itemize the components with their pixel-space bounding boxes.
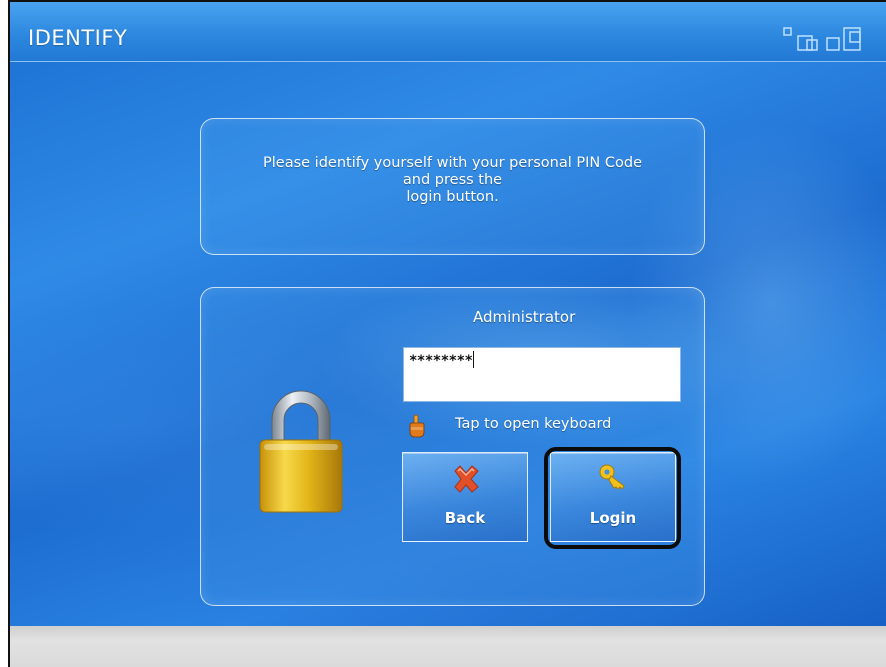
title-bar: IDENTIFY	[10, 2, 886, 62]
login-panel: Administrator ******** Tap to open keybo…	[200, 287, 705, 606]
username-label: Administrator	[473, 308, 576, 326]
identify-screen: IDENTIFY Please identify yourself with y…	[8, 0, 886, 626]
pointing-hand-icon	[409, 414, 425, 438]
key-icon	[599, 464, 625, 490]
back-button[interactable]: Back	[402, 452, 528, 542]
instruction-line-1: Please identify yourself with your perso…	[263, 155, 642, 171]
login-button[interactable]: Login	[550, 452, 676, 542]
tap-to-open-keyboard-text: Tap to open keyboard	[455, 416, 612, 432]
text-caret	[473, 351, 475, 368]
instruction-text: Please identify yourself with your perso…	[201, 155, 704, 206]
bottom-status-strip	[8, 626, 886, 667]
app-frame: IDENTIFY Please identify yourself with y…	[8, 0, 886, 667]
instruction-panel: Please identify yourself with your perso…	[200, 118, 705, 255]
screen-title: IDENTIFY	[28, 26, 128, 50]
padlock-icon	[259, 390, 343, 513]
login-button-label: Login	[589, 509, 637, 527]
pin-value[interactable]: ********	[409, 351, 475, 369]
pin-masked-text: ********	[409, 353, 473, 369]
window-squares-icon	[783, 27, 861, 51]
red-x-icon	[454, 465, 479, 493]
instruction-line-2: and press the	[402, 172, 503, 188]
instruction-line-3: login button.	[406, 189, 499, 205]
back-button-label: Back	[444, 509, 486, 527]
